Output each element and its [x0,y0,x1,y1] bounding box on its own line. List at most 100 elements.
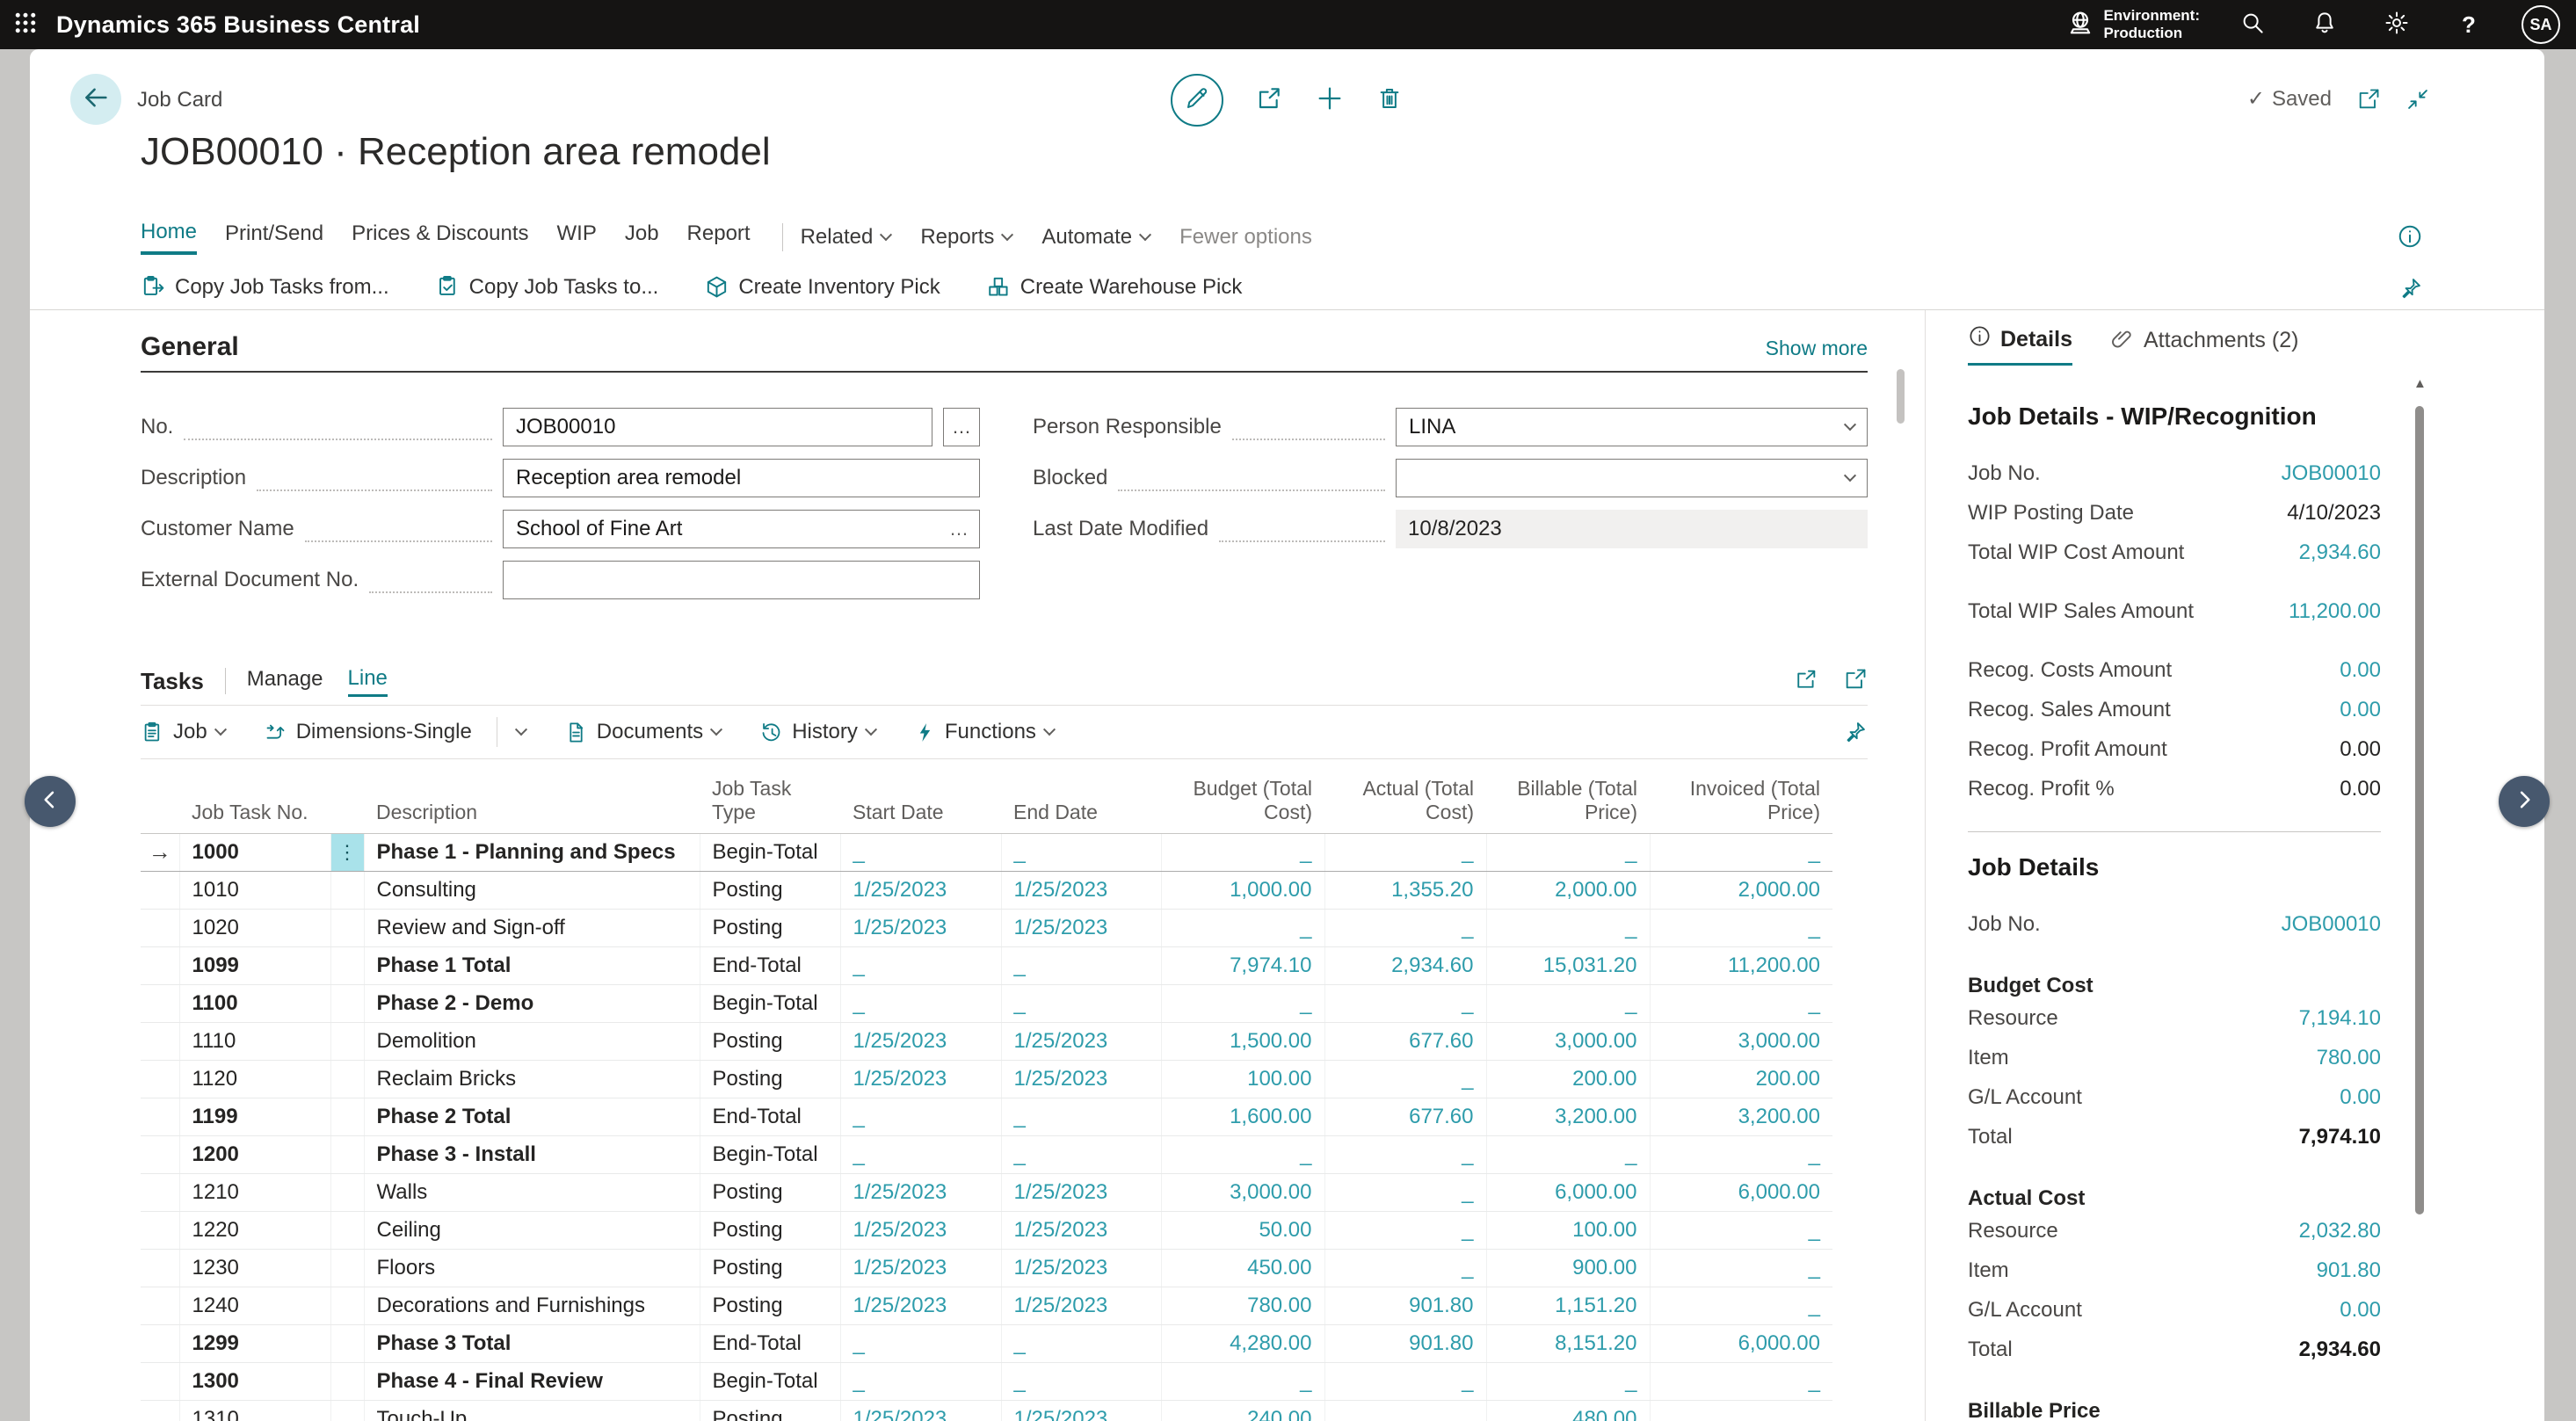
field-input-person-responsible[interactable]: LINA [1396,408,1868,446]
cell-billable-total-price[interactable]: 2,000.00 [1486,871,1650,909]
ribbon-menu-reports[interactable]: Reports [920,225,1012,250]
cell-end-date[interactable]: 1/25/2023 [1001,1287,1161,1324]
cell-start-date[interactable]: _ [840,984,1001,1022]
col-header-job-task-type[interactable]: Job Task Type [700,759,840,833]
tab-details[interactable]: Details [1968,324,2072,366]
cell-start-date[interactable]: 1/25/2023 [840,1249,1001,1287]
cell-job-task-no[interactable]: 1210 [179,1173,330,1211]
share-button[interactable] [1255,84,1283,117]
cell-end-date[interactable]: 1/25/2023 [1001,1022,1161,1060]
cell-end-date[interactable]: _ [1001,833,1161,871]
cell-billable-total-price[interactable]: 3,000.00 [1486,1022,1650,1060]
cell-actual-total-cost[interactable]: 2,934.60 [1324,946,1486,984]
row-menu[interactable] [330,1324,364,1362]
col-header-start-date[interactable]: Start Date [840,759,1001,833]
show-more-link[interactable]: Show more [1766,337,1868,360]
search-icon[interactable] [2233,5,2272,44]
factbox-value[interactable]: 0.00 [2340,1298,2381,1323]
toolbar-documents[interactable]: Documents [564,720,721,744]
cell-description[interactable]: Floors [364,1249,700,1287]
row-menu[interactable]: ⋮ [330,833,364,871]
row-menu[interactable] [330,1211,364,1249]
avatar[interactable]: SA [2522,5,2560,44]
cell-actual-total-cost[interactable]: _ [1324,1060,1486,1098]
cell-start-date[interactable]: 1/25/2023 [840,909,1001,946]
cell-job-task-type[interactable]: End-Total [700,946,840,984]
cell-description[interactable]: Phase 1 Total [364,946,700,984]
cell-actual-total-cost[interactable]: 901.80 [1324,1287,1486,1324]
cell-job-task-type[interactable]: Posting [700,1060,840,1098]
cell-description[interactable]: Reclaim Bricks [364,1060,700,1098]
cell-invoiced-total-price[interactable]: _ [1650,1135,1832,1173]
action-create-warehouse-pick[interactable]: Create Warehouse Pick [986,274,1243,300]
tab-line[interactable]: Line [348,666,388,697]
cell-actual-total-cost[interactable]: 1,355.20 [1324,871,1486,909]
back-button[interactable] [70,74,121,125]
col-header-description[interactable]: Description [364,759,700,833]
cell-job-task-type[interactable]: Begin-Total [700,1135,840,1173]
cell-actual-total-cost[interactable]: _ [1324,909,1486,946]
pin-icon[interactable] [2398,276,2423,305]
cell-budget-total-cost[interactable]: _ [1161,909,1324,946]
factbox-value[interactable]: 0.00 [2340,1085,2381,1110]
cell-job-task-type[interactable]: Posting [700,1022,840,1060]
row-menu[interactable] [330,909,364,946]
cell-billable-total-price[interactable]: 6,000.00 [1486,1173,1650,1211]
cell-start-date[interactable]: _ [840,946,1001,984]
cell-budget-total-cost[interactable]: _ [1161,1362,1324,1400]
cell-billable-total-price[interactable]: _ [1486,909,1650,946]
tab-attachments[interactable]: Attachments (2) [2111,326,2298,365]
cell-budget-total-cost[interactable]: _ [1161,984,1324,1022]
help-icon[interactable]: ? [2449,5,2488,44]
row-menu[interactable] [330,1060,364,1098]
new-button[interactable] [1315,83,1345,118]
col-header-actual-total-cost[interactable]: Actual (Total Cost) [1324,759,1486,833]
cell-budget-total-cost[interactable]: 1,000.00 [1161,871,1324,909]
row-menu[interactable] [330,1400,364,1421]
cell-budget-total-cost[interactable]: 7,974.10 [1161,946,1324,984]
cell-description[interactable]: Ceiling [364,1211,700,1249]
cell-job-task-no[interactable]: 1020 [179,909,330,946]
cell-job-task-type[interactable]: Posting [700,1287,840,1324]
factbox-value[interactable]: 2,934.60 [2299,540,2381,565]
cell-actual-total-cost[interactable]: _ [1324,1249,1486,1287]
action-create-inventory-pick[interactable]: Create Inventory Pick [704,274,940,300]
cell-budget-total-cost[interactable]: 50.00 [1161,1211,1324,1249]
cell-end-date[interactable]: _ [1001,1098,1161,1135]
cell-invoiced-total-price[interactable]: _ [1650,1287,1832,1324]
col-header-invoiced-total-price[interactable]: Invoiced (Total Price) [1650,759,1832,833]
field-input-external-document-no[interactable] [503,561,980,599]
row-menu[interactable] [330,1173,364,1211]
settings-gear-icon[interactable] [2377,5,2416,44]
cell-actual-total-cost[interactable]: _ [1324,984,1486,1022]
cell-description[interactable]: Decorations and Furnishings [364,1287,700,1324]
cell-billable-total-price[interactable]: _ [1486,984,1650,1022]
cell-budget-total-cost[interactable]: 1,600.00 [1161,1098,1324,1135]
col-header-billable-total-price[interactable]: Billable (Total Price) [1486,759,1650,833]
toolbar-history[interactable]: History [759,720,875,744]
field-input-description[interactable]: Reception area remodel [503,459,980,497]
cell-end-date[interactable]: _ [1001,1324,1161,1362]
cell-job-task-no[interactable]: 1310 [179,1400,330,1421]
cell-invoiced-total-price[interactable]: 2,000.00 [1650,871,1832,909]
cell-actual-total-cost[interactable]: 901.80 [1324,1324,1486,1362]
share-icon[interactable] [1794,667,1818,696]
notifications-bell-icon[interactable] [2305,5,2344,44]
cell-job-task-no[interactable]: 1099 [179,946,330,984]
cell-description[interactable]: Phase 2 - Demo [364,984,700,1022]
ribbon-menu-related[interactable]: Related [801,225,891,250]
cell-billable-total-price[interactable]: 480.00 [1486,1400,1650,1421]
cell-invoiced-total-price[interactable]: _ [1650,1211,1832,1249]
cell-end-date[interactable]: _ [1001,1135,1161,1173]
cell-billable-total-price[interactable]: 3,200.00 [1486,1098,1650,1135]
cell-start-date[interactable]: 1/25/2023 [840,1287,1001,1324]
action-copy-job-tasks-from[interactable]: Copy Job Tasks from... [141,274,389,300]
cell-description[interactable]: Demolition [364,1022,700,1060]
ribbon-tab-wip[interactable]: WIP [557,221,597,253]
action-copy-job-tasks-to[interactable]: Copy Job Tasks to... [435,274,659,300]
cell-job-task-no[interactable]: 1199 [179,1098,330,1135]
cell-actual-total-cost[interactable]: _ [1324,1211,1486,1249]
cell-budget-total-cost[interactable]: 450.00 [1161,1249,1324,1287]
cell-billable-total-price[interactable]: 1,151.20 [1486,1287,1650,1324]
cell-actual-total-cost[interactable]: _ [1324,1400,1486,1421]
